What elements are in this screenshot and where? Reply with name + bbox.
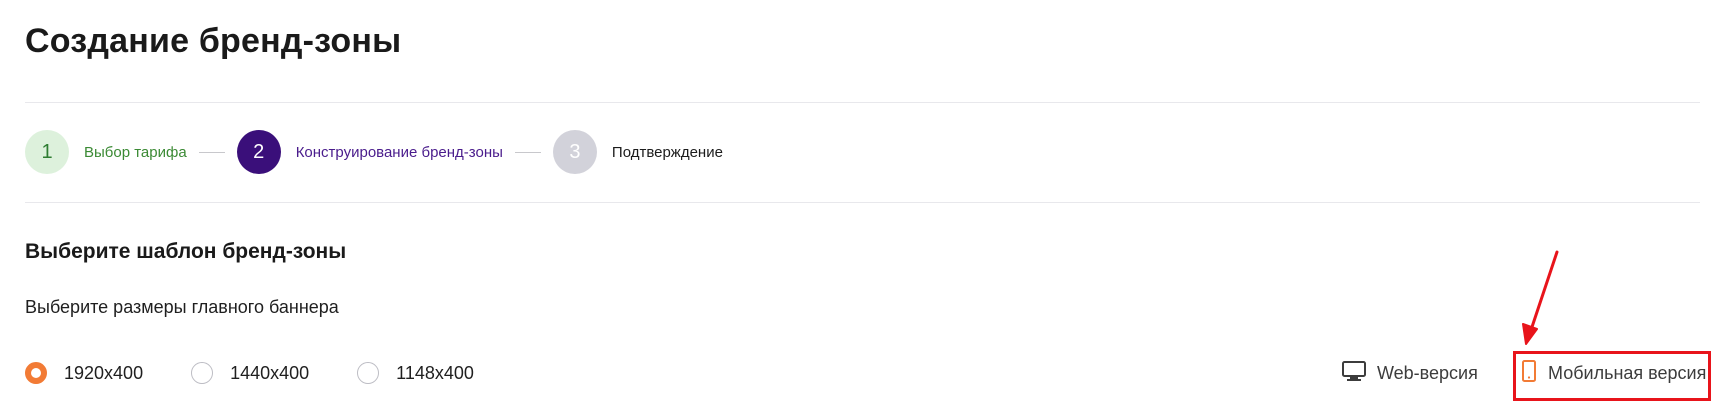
annotation-arrow	[1522, 250, 1559, 345]
